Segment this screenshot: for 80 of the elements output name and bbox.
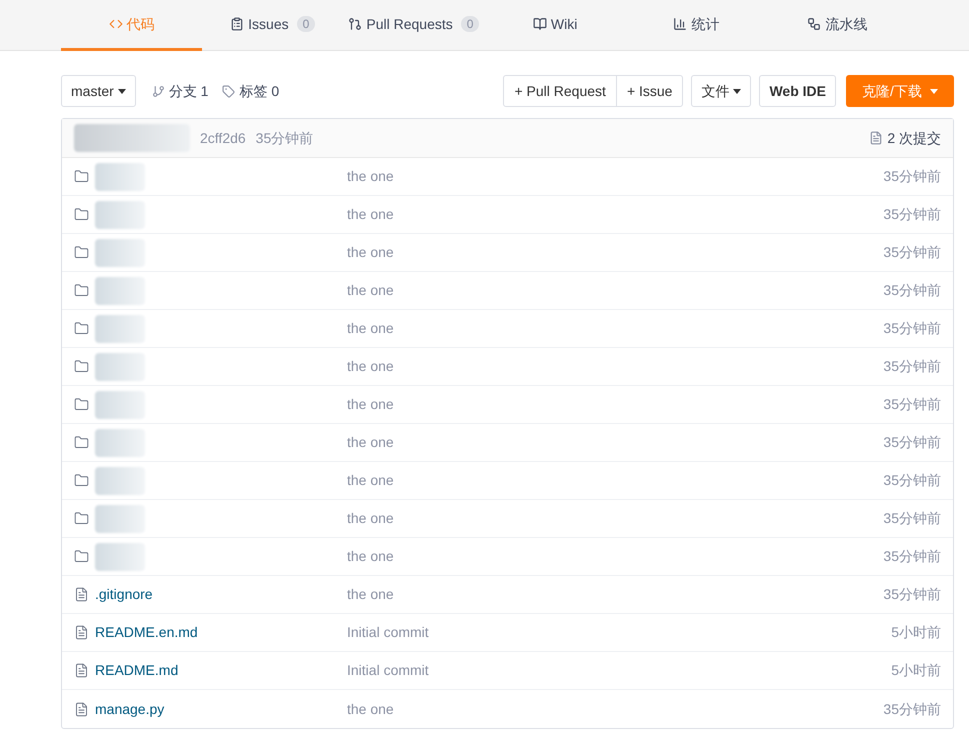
modified-time: 35分钟前	[883, 243, 941, 262]
folder-icon	[74, 321, 89, 336]
tab[interactable]: Wiki	[484, 0, 626, 51]
file-name-link[interactable]: README.md	[95, 660, 178, 681]
tab[interactable]: Issues 0	[202, 0, 344, 51]
folder-icon	[74, 359, 89, 374]
commit-message[interactable]: the one	[347, 584, 394, 605]
commit-message[interactable]: the one	[347, 508, 394, 529]
pipeline-icon	[807, 17, 822, 31]
folder-icon	[74, 283, 89, 298]
branches-link[interactable]: 分支 1	[168, 80, 208, 102]
folder-icon	[74, 245, 89, 260]
modified-time: 35分钟前	[883, 585, 941, 604]
issues-icon	[230, 17, 244, 31]
modified-time: 35分钟前	[883, 433, 941, 452]
wiki-icon	[532, 17, 547, 31]
commit-message[interactable]: the one	[347, 280, 394, 301]
file-name-link[interactable]: README.en.md	[95, 622, 198, 643]
modified-time: 35分钟前	[883, 509, 941, 528]
folder-icon	[74, 473, 89, 488]
tab[interactable]: Pull Requests 0	[343, 0, 485, 51]
file-dropdown[interactable]: 文件	[691, 75, 752, 107]
modified-time: 5小时前	[891, 623, 941, 642]
tab[interactable]: 流水线	[766, 0, 908, 51]
commit-message[interactable]: the one	[347, 698, 394, 720]
modified-time: 35分钟前	[883, 357, 941, 376]
file-name-link[interactable]: manage.py	[95, 698, 164, 720]
commit-time: 35分钟前	[256, 128, 314, 148]
commit-message[interactable]: the one	[347, 204, 394, 225]
commit-hash[interactable]: 2cff2d6	[200, 128, 246, 148]
modified-time: 5小时前	[891, 661, 941, 680]
modified-time: 35分钟前	[883, 167, 941, 186]
modified-time: 35分钟前	[883, 319, 941, 338]
commit-message[interactable]: the one	[347, 318, 394, 339]
caret-icon	[930, 88, 938, 94]
commit-message[interactable]: the one	[347, 242, 394, 263]
folder-icon	[74, 207, 89, 222]
commit-message[interactable]: the one	[347, 470, 394, 491]
tag-icon	[222, 84, 236, 98]
file-name-link[interactable]: .gitignore	[95, 584, 153, 605]
caret-icon	[118, 88, 126, 94]
new-issue-button[interactable]: + Issue	[616, 76, 682, 106]
web-ide-button[interactable]: Web IDE	[759, 75, 836, 107]
branch-icon	[152, 84, 165, 98]
modified-time: 35分钟前	[883, 395, 941, 414]
modified-time: 35分钟前	[883, 547, 941, 566]
commit-message[interactable]: the one	[347, 166, 394, 187]
clone-download-button[interactable]: 克隆/下载	[846, 75, 954, 107]
stats-icon	[673, 17, 688, 31]
folder-icon	[74, 169, 89, 184]
folder-icon	[74, 549, 89, 564]
file-icon	[74, 625, 89, 640]
count-badge: 0	[296, 16, 316, 32]
branch-dropdown[interactable]: master	[61, 75, 136, 107]
folder-icon	[74, 397, 89, 412]
file-icon	[74, 663, 89, 678]
commit-message[interactable]: Initial commit	[347, 622, 429, 643]
pulls-icon	[348, 17, 362, 31]
commit-message[interactable]: the one	[347, 356, 394, 377]
file-icon	[74, 702, 89, 716]
new-pull-request-button[interactable]: + Pull Request	[504, 76, 617, 106]
modified-time: 35分钟前	[883, 471, 941, 490]
modified-time: 35分钟前	[883, 205, 941, 224]
caret-icon	[733, 88, 742, 94]
code-icon	[108, 17, 123, 31]
commit-message[interactable]: the one	[347, 546, 394, 567]
commit-message[interactable]: the one	[347, 394, 394, 415]
tags-link[interactable]: 标签 0	[239, 80, 280, 102]
commit-count-link[interactable]: 2 次提交	[887, 128, 941, 148]
modified-time: 35分钟前	[883, 281, 941, 300]
folder-icon	[74, 435, 89, 450]
modified-time: 35分钟前	[883, 700, 941, 718]
tab[interactable]: 代码	[61, 0, 202, 51]
count-badge: 0	[460, 16, 480, 32]
commit-message[interactable]: Initial commit	[347, 660, 429, 681]
file-icon	[74, 587, 89, 602]
folder-icon	[74, 511, 89, 526]
commit-message[interactable]: the one	[347, 432, 394, 453]
tab[interactable]: 统计	[626, 0, 767, 51]
commits-icon	[869, 131, 884, 145]
